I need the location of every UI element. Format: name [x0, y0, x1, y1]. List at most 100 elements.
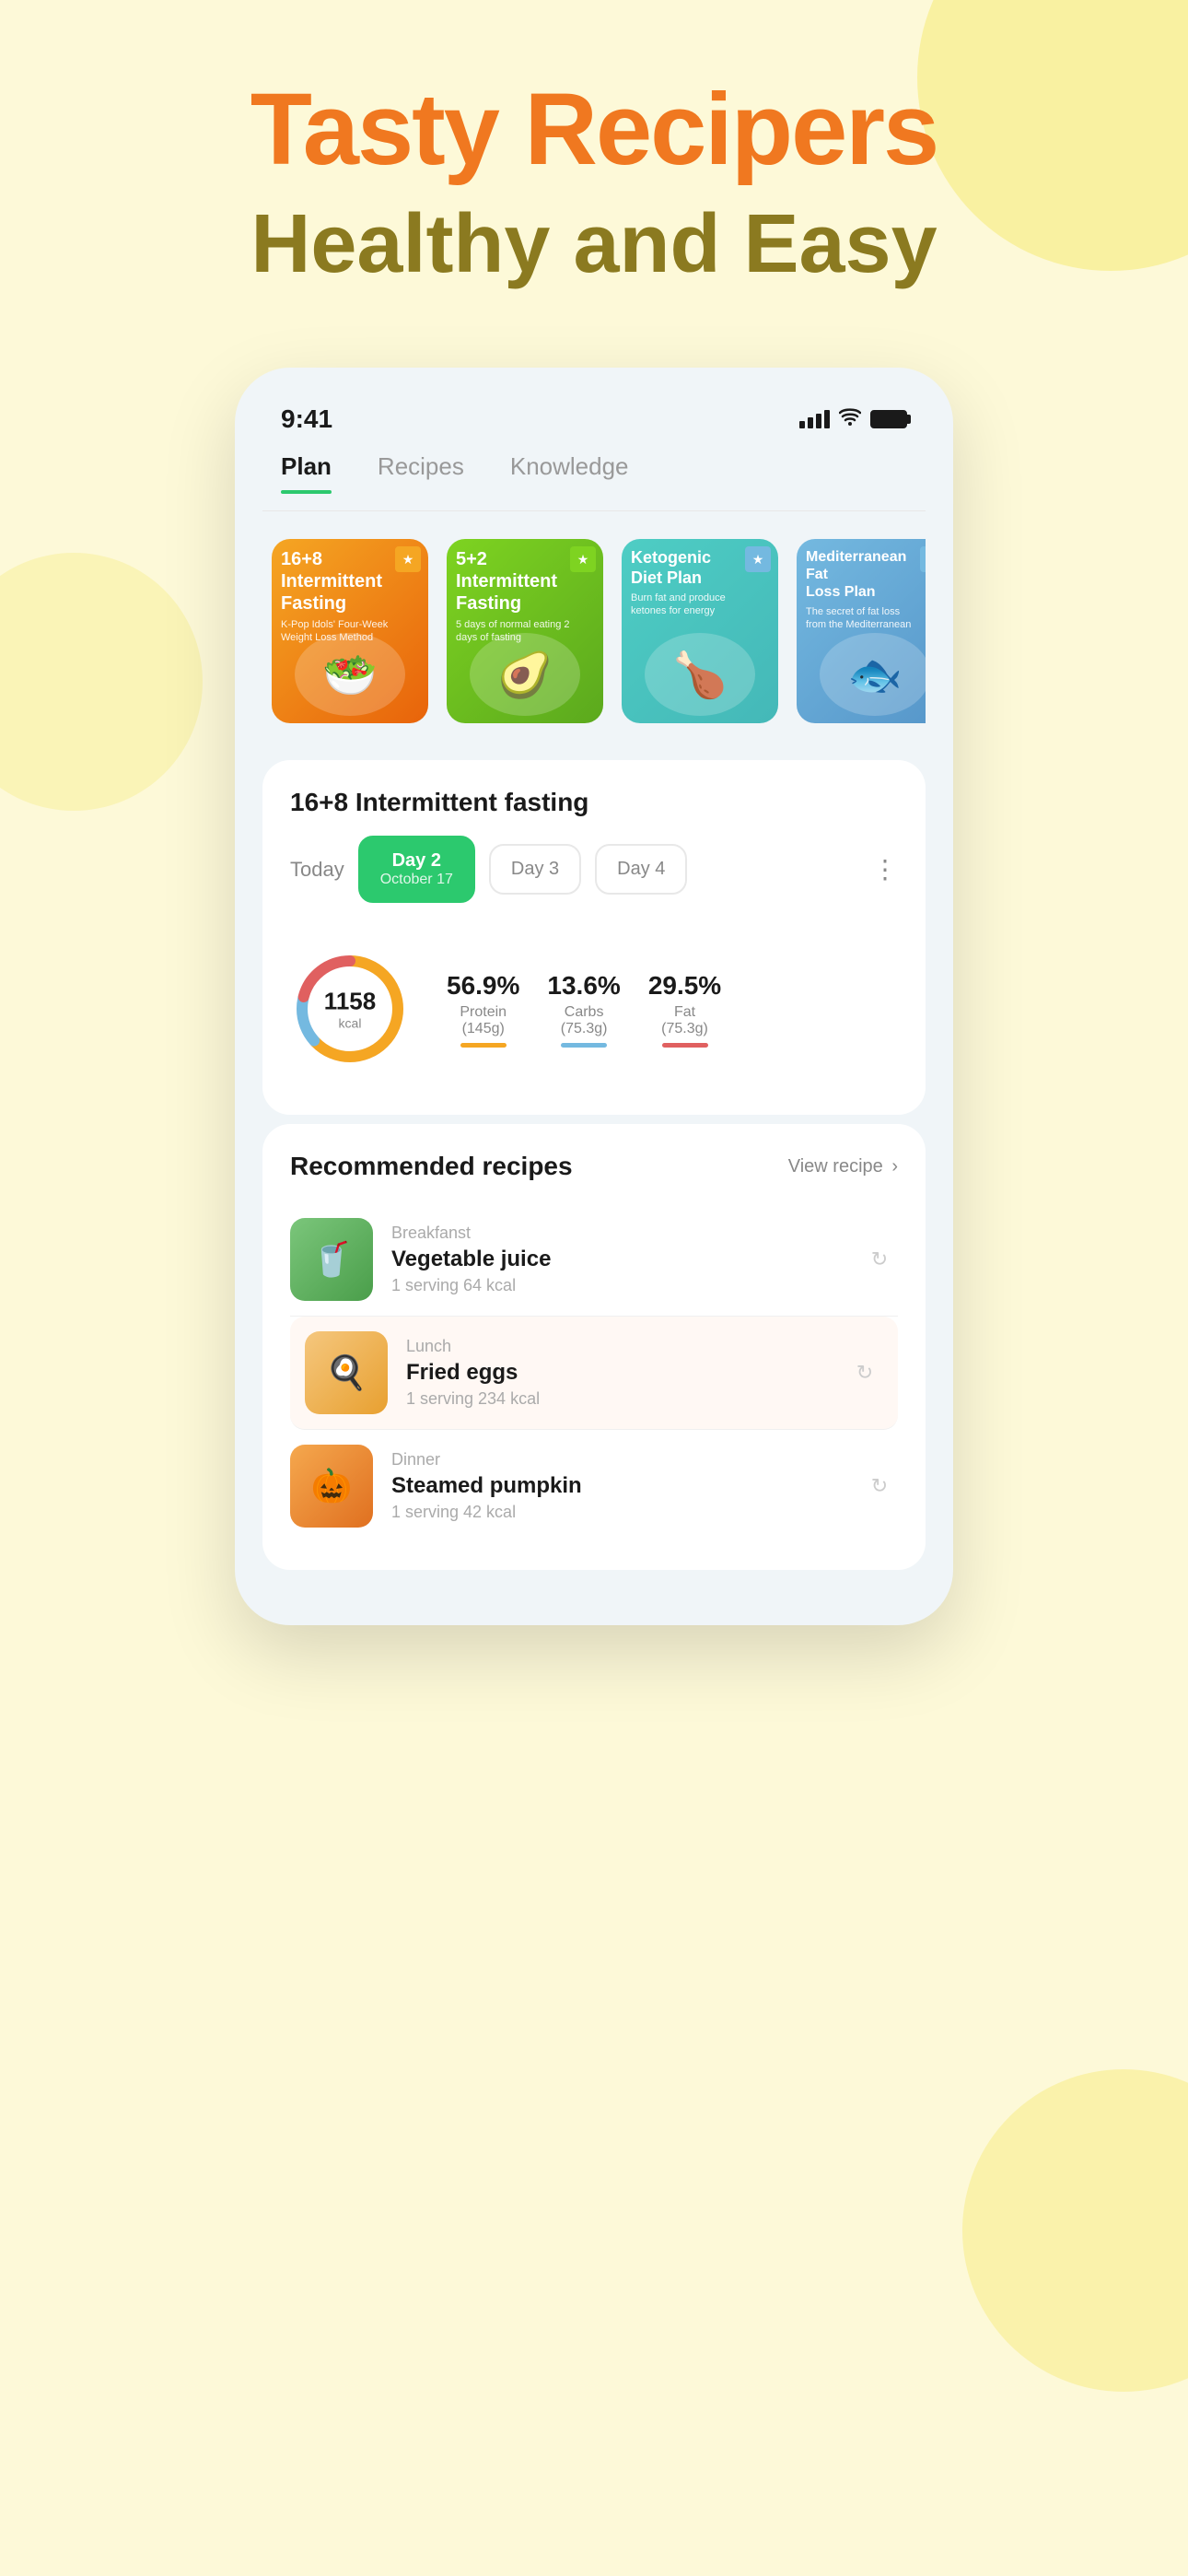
day-selector: Today Day 2 October 17 Day 3 Day 4 ⋮ — [290, 836, 898, 903]
signal-icon — [799, 410, 830, 428]
recipe-image-2: 🍳 — [305, 1331, 388, 1414]
fat-percent: 29.5% — [648, 971, 721, 1001]
refresh-recipe-2[interactable]: ↻ — [846, 1354, 883, 1391]
meal-type-1: Breakfanst — [391, 1224, 843, 1243]
recipe-item-breakfast[interactable]: 🥤 Breakfanst Vegetable juice 1 serving 6… — [290, 1203, 898, 1317]
recipe-item-lunch[interactable]: 🍳 Lunch Fried eggs 1 serving 234 kcal ↻ — [290, 1317, 898, 1430]
recipe-image-1: 🥤 — [290, 1218, 373, 1301]
diet-cards-row: ★ 16+8IntermittentFasting K-Pop Idols' F… — [272, 539, 926, 723]
carbs-grams: (75.3g) — [547, 1021, 620, 1037]
protein-grams: (145g) — [447, 1021, 519, 1037]
recipe-kcal-2: 1 serving 234 kcal — [406, 1389, 828, 1409]
day-2-date: October 17 — [380, 872, 453, 888]
status-time: 9:41 — [281, 404, 332, 434]
recipe-item-dinner[interactable]: 🎃 Dinner Steamed pumpkin 1 serving 42 kc… — [290, 1430, 898, 1542]
bg-decoration-left — [0, 553, 203, 811]
battery-icon — [870, 410, 907, 428]
tab-knowledge[interactable]: Knowledge — [510, 452, 629, 492]
diet-card-text-3: KetogenicDiet Plan Burn fat and produce … — [631, 548, 745, 618]
day-2-button[interactable]: Day 2 October 17 — [358, 836, 475, 903]
protein-label: Protein — [447, 1004, 519, 1021]
calorie-unit: kcal — [324, 1016, 376, 1031]
calorie-center: 1158 kcal — [324, 988, 376, 1031]
hero-subtitle: Healthy and Easy — [55, 194, 1133, 294]
star-icon-2: ★ — [570, 546, 596, 572]
tab-recipes[interactable]: Recipes — [378, 452, 464, 492]
carbs-stat: 13.6% Carbs (75.3g) — [547, 971, 620, 1048]
refresh-recipe-1[interactable]: ↻ — [861, 1241, 898, 1278]
recipe-info-3: Dinner Steamed pumpkin 1 serving 42 kcal — [391, 1450, 843, 1522]
diet-card-mediterranean[interactable]: ★ Mediterranean FatLoss Plan The secret … — [797, 539, 926, 723]
recipes-header: Recommended recipes View recipe › — [290, 1152, 898, 1181]
diet-card-16-8[interactable]: ★ 16+8IntermittentFasting K-Pop Idols' F… — [272, 539, 428, 723]
diet-card-keto[interactable]: ★ KetogenicDiet Plan Burn fat and produc… — [622, 539, 778, 723]
bg-decoration-bottom — [962, 2069, 1188, 2392]
meal-type-3: Dinner — [391, 1450, 843, 1469]
diet-card-5-2[interactable]: ★ 5+2IntermittentFasting 5 days of norma… — [447, 539, 603, 723]
plan-title: 16+8 Intermittent fasting — [290, 788, 898, 817]
recipe-name-1: Vegetable juice — [391, 1247, 843, 1272]
recipe-name-2: Fried eggs — [406, 1360, 828, 1386]
diet-card-text-2: 5+2IntermittentFasting 5 days of normal … — [456, 548, 570, 645]
view-recipe-link[interactable]: View recipe › — [788, 1156, 898, 1177]
recipe-info-2: Lunch Fried eggs 1 serving 234 kcal — [406, 1337, 828, 1409]
star-icon-4: ★ — [920, 546, 926, 572]
diet-card-title-4: Mediterranean FatLoss Plan — [806, 548, 920, 602]
hero-title: Tasty Recipers — [55, 74, 1133, 185]
day-3-label: Day 3 — [511, 859, 559, 879]
bottom-spacer — [0, 1625, 1188, 1717]
fat-bar — [662, 1043, 708, 1048]
phone-mockup: 9:41 — [235, 368, 953, 1625]
diet-card-text-1: 16+8IntermittentFasting K-Pop Idols' Fou… — [281, 548, 395, 645]
chevron-right-icon: › — [891, 1156, 898, 1177]
recipe-name-3: Steamed pumpkin — [391, 1473, 843, 1499]
calorie-value: 1158 — [324, 988, 376, 1016]
food-visual-1: 🥗 — [295, 633, 405, 716]
recipe-image-3: 🎃 — [290, 1445, 373, 1528]
meal-type-2: Lunch — [406, 1337, 828, 1356]
recipe-info-1: Breakfanst Vegetable juice 1 serving 64 … — [391, 1224, 843, 1295]
plan-section: 16+8 Intermittent fasting Today Day 2 Oc… — [262, 760, 926, 1115]
carbs-bar — [561, 1043, 607, 1048]
carbs-percent: 13.6% — [547, 971, 620, 1001]
recipes-section: Recommended recipes View recipe › 🥤 Brea… — [262, 1124, 926, 1570]
view-recipe-text: View recipe — [788, 1156, 883, 1177]
protein-bar — [460, 1043, 507, 1048]
food-visual-3: 🍗 — [645, 633, 755, 716]
diet-card-title-2: 5+2IntermittentFasting — [456, 548, 570, 615]
recipes-title: Recommended recipes — [290, 1152, 573, 1181]
diet-card-title-3: KetogenicDiet Plan — [631, 548, 745, 588]
more-days-button[interactable]: ⋮ — [872, 854, 898, 884]
diet-card-subtitle-3: Burn fat and produce ketones for energy — [631, 591, 745, 618]
day-3-button[interactable]: Day 3 — [489, 844, 581, 895]
day-2-label: Day 2 — [392, 850, 441, 871]
star-icon-3: ★ — [745, 546, 771, 572]
day-4-button[interactable]: Day 4 — [595, 844, 687, 895]
food-visual-4: 🐟 — [820, 633, 926, 716]
fat-label: Fat — [648, 1004, 721, 1021]
recipe-kcal-1: 1 serving 64 kcal — [391, 1276, 843, 1295]
food-visual-2: 🥑 — [470, 633, 580, 716]
fat-stat: 29.5% Fat (75.3g) — [648, 971, 721, 1048]
nutrition-section: 1158 kcal 56.9% Protein (145g) 13.6% Car… — [290, 931, 898, 1087]
hero-section: Tasty Recipers Healthy and Easy — [0, 0, 1188, 331]
protein-percent: 56.9% — [447, 971, 519, 1001]
status-bar: 9:41 — [262, 395, 926, 452]
protein-stat: 56.9% Protein (145g) — [447, 971, 519, 1048]
recipe-kcal-3: 1 serving 42 kcal — [391, 1503, 843, 1522]
diet-cards-container: ★ 16+8IntermittentFasting K-Pop Idols' F… — [262, 511, 926, 751]
phone-frame: 9:41 — [235, 368, 953, 1625]
diet-card-title-1: 16+8IntermittentFasting — [281, 548, 395, 615]
diet-card-text-4: Mediterranean FatLoss Plan The secret of… — [806, 548, 920, 631]
nutrition-stats: 56.9% Protein (145g) 13.6% Carbs (75.3g)… — [447, 971, 898, 1048]
calorie-ring: 1158 kcal — [290, 949, 410, 1069]
nav-tabs: Plan Recipes Knowledge — [262, 452, 926, 511]
status-icons — [799, 407, 907, 431]
day-4-label: Day 4 — [617, 859, 665, 879]
today-label: Today — [290, 858, 344, 882]
star-icon: ★ — [395, 546, 421, 572]
refresh-recipe-3[interactable]: ↻ — [861, 1468, 898, 1505]
fat-grams: (75.3g) — [648, 1021, 721, 1037]
carbs-label: Carbs — [547, 1004, 620, 1021]
tab-plan[interactable]: Plan — [281, 452, 332, 492]
